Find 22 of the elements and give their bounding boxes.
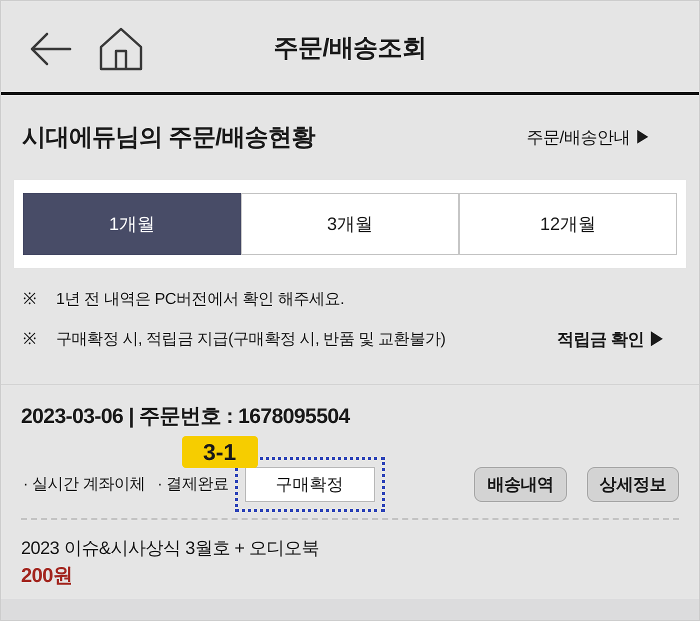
note-mark: ※ — [23, 330, 37, 350]
order-guide-link[interactable]: 주문/배송안내 ▶ — [526, 124, 651, 150]
order-detail: · 실시간 계좌이체 — [23, 474, 146, 494]
order-action-button[interactable]: 상세정보 — [586, 467, 679, 502]
note-mark: ※ — [23, 290, 37, 310]
period-tab[interactable]: 12개월 — [459, 193, 677, 255]
order-heading: 2023-03-06 | 주문번호 : 1678095504 — [21, 404, 351, 430]
note-text: 1년 전 내역은 PC버전에서 확인 해주세요. — [56, 290, 344, 310]
points-check-link[interactable]: 적립금 확인 ▶ — [556, 327, 665, 353]
back-arrow-icon[interactable] — [30, 32, 72, 66]
order-action-button[interactable]: 배송내역 — [474, 467, 567, 502]
product-name: 2023 이슈&시사상식 3월호 + 오디오북 — [21, 537, 320, 560]
period-tab[interactable]: 3개월 — [241, 193, 459, 255]
note-text: 구매확정 시, 적립금 지급(구매확정 시, 반품 및 교환불가) — [56, 330, 446, 350]
section-title: 시대에듀님의 주문/배송현황 — [22, 122, 315, 152]
order-detail: · 결제완료 — [157, 474, 229, 494]
page-title: 주문/배송조회 — [272, 32, 428, 64]
period-tab[interactable]: 1개월 — [23, 193, 241, 255]
product-price: 200원 — [21, 564, 74, 589]
purchase-confirm-button[interactable]: 구매확정 — [244, 467, 375, 502]
home-icon[interactable] — [99, 26, 143, 70]
step-badge: 3-1 — [182, 436, 258, 468]
